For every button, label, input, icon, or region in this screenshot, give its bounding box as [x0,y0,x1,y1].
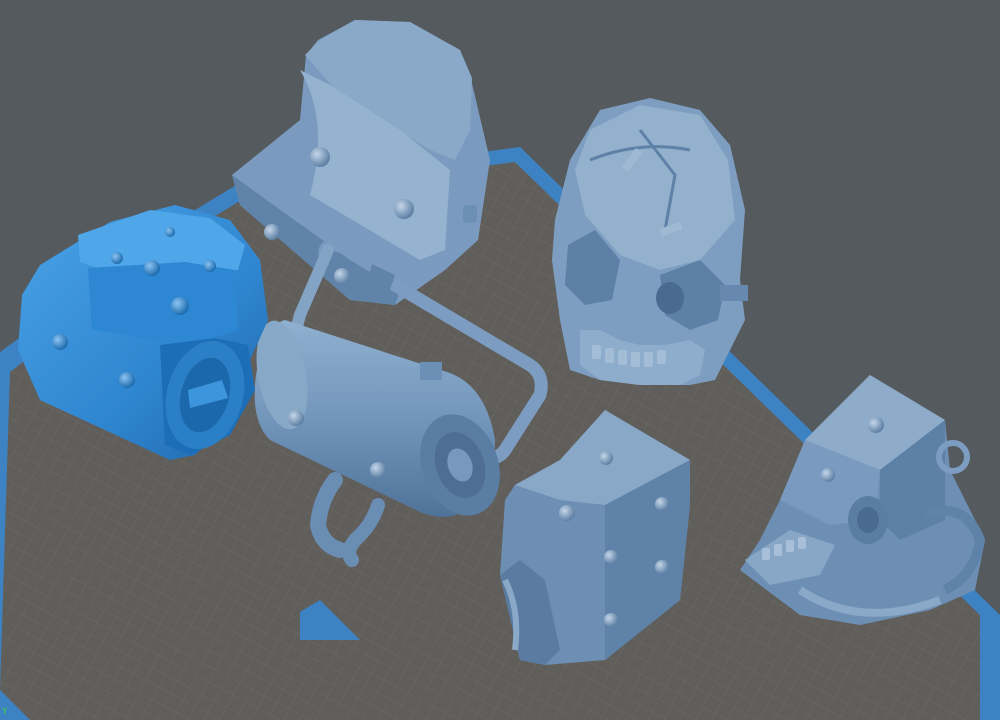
axis-indicator-y: Y [2,707,8,717]
model-cyber-skull[interactable] [552,98,748,385]
scene-canvas[interactable] [0,0,1000,720]
3d-viewport[interactable]: Y [0,0,1000,720]
